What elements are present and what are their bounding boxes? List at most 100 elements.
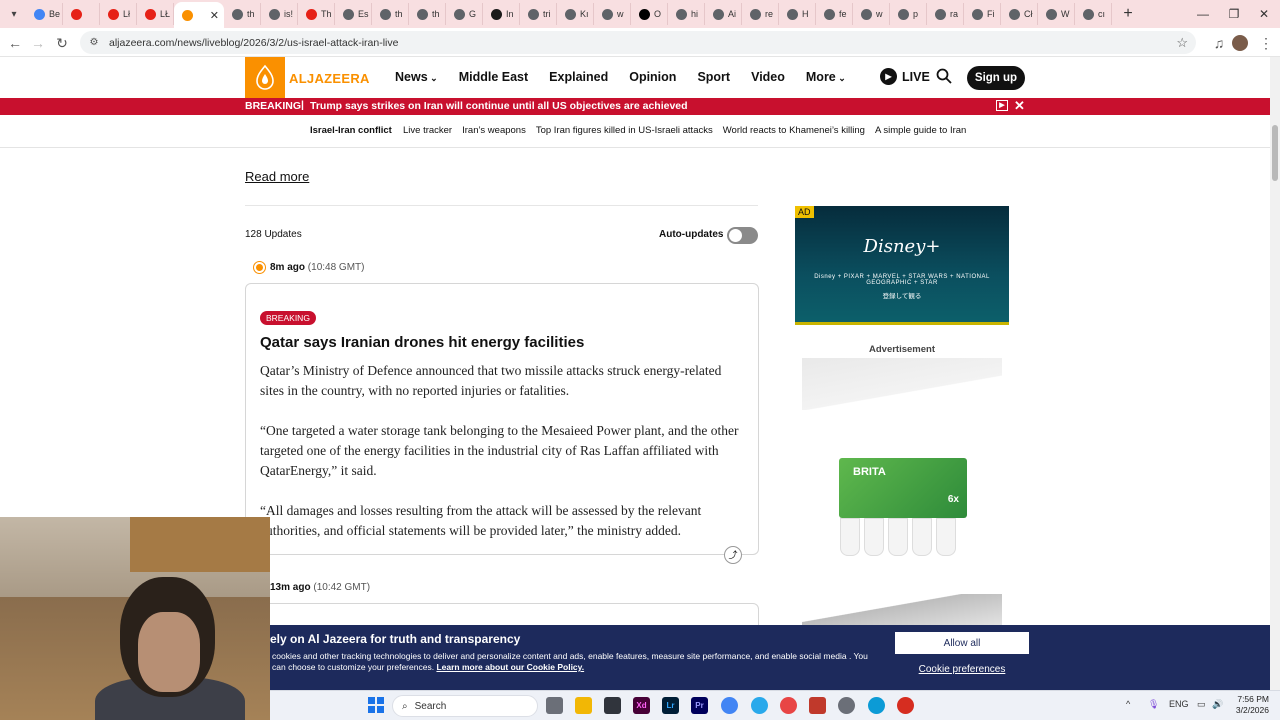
- browser-tab[interactable]: [63, 3, 100, 25]
- tray-chevron-icon[interactable]: ^: [1126, 699, 1130, 709]
- bookmark-star-icon[interactable]: ☆: [1176, 35, 1188, 51]
- browser-tab[interactable]: W: [1038, 3, 1075, 25]
- volume-icon[interactable]: 🔊: [1212, 699, 1223, 710]
- close-breaking-icon[interactable]: ✕: [1014, 98, 1025, 114]
- cookie-policy-link[interactable]: Learn more about our Cookie Policy.: [436, 662, 584, 672]
- nav-item[interactable]: Video: [751, 70, 785, 84]
- browser-tab[interactable]: Ai: [705, 3, 742, 25]
- read-more-link[interactable]: Read more: [245, 169, 309, 184]
- app-icon[interactable]: [809, 697, 826, 714]
- scrollbar-thumb[interactable]: [1272, 125, 1278, 181]
- windows-start-icon[interactable]: [368, 697, 384, 713]
- breaking-news-bar[interactable]: BREAKING | Trump says strikes on Iran wi…: [0, 98, 1270, 115]
- browser-tab[interactable]: Lł: [100, 3, 137, 25]
- telegram-icon[interactable]: [751, 697, 768, 714]
- subnav-link[interactable]: Live tracker: [403, 125, 452, 136]
- site-logo-text[interactable]: ALJAZEERA: [289, 71, 370, 86]
- aljazeera-logo-icon[interactable]: [245, 57, 285, 98]
- microphone-icon[interactable]: 🎙: [1148, 699, 1159, 710]
- browser-tab[interactable]: hi: [668, 3, 705, 25]
- nav-item[interactable]: More ⌄: [806, 70, 846, 84]
- nav-item[interactable]: News ⌄: [395, 70, 438, 84]
- reload-icon[interactable]: ↻: [52, 33, 72, 53]
- browser-tab[interactable]: re: [742, 3, 779, 25]
- live-button[interactable]: ▶ LIVE: [880, 68, 930, 85]
- browser-tab[interactable]: p: [890, 3, 927, 25]
- browser-tab-strip: ▾ Be Lł LŁ ✕ th is! Th Es th th G In tri Kı w Ohi Ai re Hf…: [0, 0, 1280, 28]
- site-info-icon[interactable]: ⚙: [86, 37, 102, 48]
- auto-updates-toggle[interactable]: [727, 227, 758, 244]
- browser-tab[interactable]: G: [446, 3, 483, 25]
- close-window-icon[interactable]: ✕: [1246, 0, 1280, 28]
- browser-tab[interactable]: th: [372, 3, 409, 25]
- browser-tab[interactable]: tri: [520, 3, 557, 25]
- nav-item[interactable]: Opinion: [629, 70, 676, 84]
- nav-item[interactable]: Explained: [549, 70, 608, 84]
- browser-tab[interactable]: ✕: [174, 2, 224, 28]
- browser-tab[interactable]: ra: [927, 3, 964, 25]
- new-tab-button[interactable]: +: [1118, 5, 1138, 23]
- browser-tab[interactable]: Cł: [1001, 3, 1038, 25]
- subnav-link[interactable]: A simple guide to Iran: [875, 125, 966, 136]
- browser-tab[interactable]: w: [594, 3, 631, 25]
- cookie-preferences-link[interactable]: Cookie preferences: [895, 664, 1029, 675]
- browser-tab[interactable]: Es: [335, 3, 372, 25]
- browser-tab[interactable]: Kı: [557, 3, 594, 25]
- breaking-headline[interactable]: Trump says strikes on Iran will continue…: [310, 100, 688, 112]
- sign-up-button[interactable]: Sign up: [967, 66, 1025, 90]
- lightroom-icon[interactable]: Lr: [662, 697, 679, 714]
- subnav-link[interactable]: Top Iran figures killed in US-Israeli at…: [536, 125, 713, 136]
- close-tab-icon[interactable]: ✕: [210, 9, 219, 22]
- file-explorer-icon[interactable]: [575, 697, 592, 714]
- expand-icon[interactable]: ▶: [996, 100, 1008, 111]
- search-icon[interactable]: [936, 68, 952, 88]
- adobe-xd-icon[interactable]: Xd: [633, 697, 650, 714]
- nav-item[interactable]: Middle East: [459, 70, 528, 84]
- subnav-link[interactable]: Iran’s weapons: [462, 125, 526, 136]
- premiere-pro-icon[interactable]: Pr: [691, 697, 708, 714]
- nav-item[interactable]: Sport: [697, 70, 730, 84]
- browser-tab[interactable]: th: [224, 3, 261, 25]
- task-view-icon[interactable]: [546, 697, 563, 714]
- browser-tab[interactable]: is!: [261, 3, 298, 25]
- browser-tab[interactable]: In: [483, 3, 520, 25]
- browser-tab[interactable]: cı: [1075, 3, 1112, 25]
- back-icon[interactable]: ←: [5, 33, 25, 53]
- network-icon[interactable]: ▭: [1197, 699, 1206, 710]
- url-text[interactable]: aljazeera.com/news/liveblog/2026/3/2/us-…: [109, 37, 398, 49]
- subnav-link[interactable]: World reacts to Khamenei’s killing: [723, 125, 865, 136]
- chrome-menu-icon[interactable]: ⋮: [1256, 33, 1276, 53]
- disney-plus-ad[interactable]: AD Disney+ Disney + PIXAR + MARVEL + STA…: [795, 206, 1009, 325]
- taskbar-search[interactable]: ⌕ Search: [392, 695, 538, 717]
- tab-search-chevron-icon[interactable]: ▾: [2, 2, 26, 26]
- app-icon[interactable]: [780, 697, 797, 714]
- browser-tab[interactable]: LŁ: [137, 3, 174, 25]
- browser-tab[interactable]: Fi: [964, 3, 1001, 25]
- tab-label: cı: [1098, 9, 1106, 19]
- browser-tab[interactable]: w: [853, 3, 890, 25]
- taskbar-search-label: Search: [414, 700, 447, 712]
- app-icon[interactable]: [838, 697, 855, 714]
- subnav-title[interactable]: Israel-Iran conflict: [310, 125, 392, 136]
- profile-avatar[interactable]: [1232, 35, 1248, 51]
- system-clock[interactable]: 7:56 PM 3/2/2026: [1229, 694, 1269, 716]
- media-control-icon[interactable]: ♫: [1209, 33, 1229, 53]
- browser-tab[interactable]: O: [631, 3, 668, 25]
- page-scrollbar[interactable]: [1270, 57, 1280, 690]
- share-icon[interactable]: ⤴: [724, 546, 742, 564]
- tab-favicon-icon: [380, 8, 391, 20]
- browser-tab[interactable]: fe: [816, 3, 853, 25]
- forward-icon[interactable]: →: [28, 33, 48, 53]
- browser-tab[interactable]: th: [409, 3, 446, 25]
- language-indicator[interactable]: ENG: [1169, 699, 1189, 709]
- chrome-icon[interactable]: [721, 697, 738, 714]
- address-bar[interactable]: ⚙ aljazeera.com/news/liveblog/2026/3/2/u…: [80, 31, 1196, 54]
- terminal-icon[interactable]: [604, 697, 621, 714]
- browser-tab[interactable]: H: [779, 3, 816, 25]
- brita-ad[interactable]: BRITA 6x: [802, 358, 1002, 628]
- edge-icon[interactable]: [868, 697, 885, 714]
- allow-all-button[interactable]: Allow all: [895, 632, 1029, 654]
- browser-tab[interactable]: Be: [26, 3, 63, 25]
- browser-tab[interactable]: Th: [298, 3, 335, 25]
- app-icon[interactable]: [897, 697, 914, 714]
